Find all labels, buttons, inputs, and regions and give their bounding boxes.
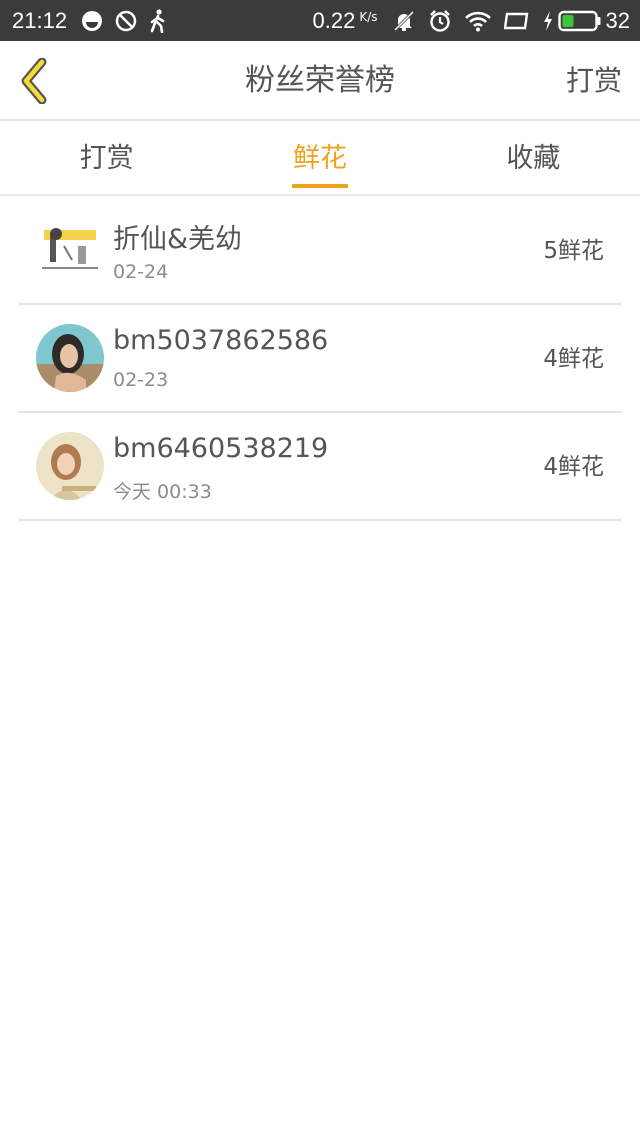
tab-reward[interactable]: 打赏 [0,121,213,194]
fan-name: bm5037862586 [113,325,329,356]
fan-list: 折仙&羌幼 02-24 5鲜花 bm5037862586 02-23 4鲜花 b… [18,197,622,521]
sync-icon [81,10,103,32]
avatar [36,216,104,284]
wifi-icon [464,10,492,32]
battery-level: 32 [605,7,630,33]
fan-amount: 4鲜花 [543,346,604,372]
top-bar: 粉丝荣誉榜 打赏 [0,41,640,121]
fan-date: 今天 00:33 [113,481,212,503]
notifications-off-icon [392,9,416,33]
net-speed-unit: K/s [359,9,378,24]
blocked-icon [115,10,137,32]
alarm-icon [428,9,452,33]
walking-icon [149,8,167,33]
net-speed: 0.22 [312,7,356,33]
fan-name: bm6460538219 [113,433,329,464]
list-item[interactable]: bm6460538219 今天 00:33 4鲜花 [18,413,622,521]
fan-date: 02-23 [113,369,169,391]
list-item[interactable]: 折仙&羌幼 02-24 5鲜花 [18,197,622,305]
fan-amount: 4鲜花 [543,454,604,480]
tab-bar: 打赏 鲜花 收藏 [0,121,640,196]
list-item[interactable]: bm5037862586 02-23 4鲜花 [18,305,622,413]
charging-icon [542,10,554,32]
fan-date: 02-24 [113,261,169,283]
fan-name: 折仙&羌幼 [113,224,243,255]
reward-button[interactable]: 打赏 [566,41,622,121]
battery-icon [557,10,602,32]
avatar [36,324,104,392]
screen-icon [503,11,530,31]
tab-flowers[interactable]: 鲜花 [213,121,426,194]
status-time: 21:12 [12,7,68,33]
avatar [36,432,104,500]
page-title: 粉丝荣誉榜 [245,63,395,98]
status-bar: 21:12 0.22 K/s 32 [0,0,640,41]
fan-amount: 5鲜花 [543,238,604,264]
tab-favorites[interactable]: 收藏 [427,121,640,194]
